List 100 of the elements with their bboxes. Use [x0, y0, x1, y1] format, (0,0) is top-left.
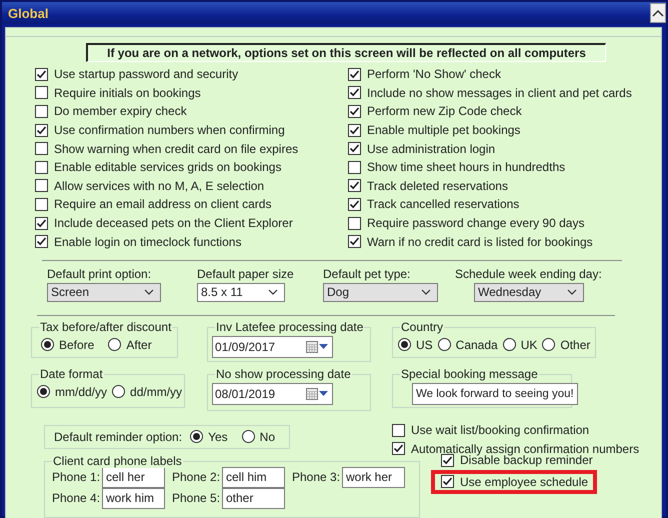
chevron-down-icon [268, 289, 278, 296]
checkbox-label: Allow services with no M, A, E selection [54, 178, 264, 193]
checkbox[interactable] [348, 216, 361, 230]
radio-button[interactable] [37, 385, 50, 398]
checkbox-label: Use startup password and security [54, 67, 238, 82]
checkbox-label: Require password change every 90 days [367, 216, 584, 230]
checkbox[interactable] [348, 198, 361, 211]
checkbox[interactable] [348, 124, 361, 137]
checkbox[interactable] [35, 68, 48, 81]
date-field[interactable]: 08/01/2019 [212, 382, 333, 405]
radio-label: UK [520, 338, 538, 352]
radio-label: Other [560, 338, 590, 352]
checkbox-label: Enable editable services grids on bookings [54, 160, 282, 174]
checkbox-label: Enable multiple pet bookings [367, 123, 520, 138]
radio-button[interactable] [41, 338, 54, 352]
checkbox[interactable] [35, 216, 48, 230]
radio-button[interactable] [108, 338, 122, 352]
checkbox[interactable] [348, 179, 361, 192]
group-label: Default reminder option: [54, 430, 182, 444]
checkbox[interactable] [35, 235, 48, 248]
field-label: Phone 2: [172, 470, 222, 484]
text-field[interactable]: work her [342, 466, 405, 488]
checkbox[interactable] [392, 424, 405, 437]
dropdown[interactable]: Screen [47, 282, 161, 302]
radio-label: Before [59, 338, 94, 352]
radio-button[interactable] [190, 430, 204, 444]
field-label: Phone 4: [52, 491, 102, 506]
checkbox-label: Perform new Zip Code check [367, 104, 522, 118]
network-notice: If you are on a network, options set on this screen will be reflected on all computers [86, 43, 606, 62]
radio-label: US [416, 338, 433, 352]
group-label: Inv Latefee processing date [215, 320, 364, 334]
checkbox-label: Use confirmation numbers when confirming [54, 123, 285, 138]
dropdown-label: Default pet type: [323, 266, 412, 283]
checkbox[interactable] [35, 86, 48, 100]
checkbox[interactable] [348, 142, 361, 156]
checkbox[interactable] [348, 235, 361, 248]
checkbox-label: Track deleted reservations [367, 178, 508, 193]
checkbox[interactable] [348, 160, 361, 174]
checkbox-label: Use employee schedule [460, 474, 588, 489]
caret-down-icon [319, 344, 328, 350]
checkbox-label: Show warning when credit card on file expires [54, 142, 298, 156]
radio-label: Canada [456, 338, 498, 352]
radio-button[interactable] [438, 338, 451, 352]
checkbox[interactable] [441, 454, 454, 467]
calendar-icon [306, 340, 318, 353]
field-label: Phone 1: [52, 470, 102, 484]
checkbox-label: Enable login on timeclock functions [54, 234, 242, 249]
checkbox[interactable] [35, 104, 48, 118]
checkbox-label: Automatically assign confirmation numbers [411, 442, 640, 456]
group-label: Tax before/after discount [39, 320, 172, 334]
checkbox-label: Perform 'No Show' check [367, 67, 501, 82]
checkbox[interactable] [392, 442, 405, 456]
radio-button[interactable] [112, 385, 126, 398]
checkbox[interactable] [348, 68, 361, 81]
checkbox-label: Include no show messages in client and pet cards [367, 86, 632, 100]
checkbox[interactable] [35, 124, 48, 137]
radio-label: Yes [208, 430, 228, 444]
text-field[interactable]: cell him [222, 466, 285, 488]
checkbox[interactable] [35, 142, 48, 156]
message-field[interactable]: We look forward to seeing you! [412, 382, 578, 405]
checkbox-label: Show time sheet hours in hundredths [367, 160, 566, 174]
caret-up-icon [652, 9, 664, 17]
group-label: No show processing date [215, 366, 352, 381]
caret-down-icon [319, 390, 328, 397]
checkbox-label: Use administration login [367, 142, 496, 156]
checkbox-label: Do member expiry check [54, 104, 187, 118]
checkbox[interactable] [35, 198, 48, 211]
radio-button[interactable] [242, 430, 255, 444]
dropdown[interactable]: 8.5 x 11 [197, 282, 285, 302]
text-field[interactable]: work him [102, 488, 165, 509]
checkbox[interactable] [35, 179, 48, 192]
checkbox-label: Include deceased pets on the Client Explorer [54, 216, 293, 230]
field-label: Phone 5: [172, 491, 222, 506]
date-field[interactable]: 01/09/2017 [212, 336, 333, 358]
checkbox-label: Warn if no credit card is listed for bookings [367, 234, 593, 249]
dropdown[interactable]: Dog [323, 282, 438, 302]
text-field[interactable]: other [222, 488, 285, 509]
checkbox[interactable] [35, 160, 48, 174]
checkbox[interactable] [441, 475, 454, 488]
dropdown-label: Default paper size [197, 266, 295, 283]
text-field[interactable]: cell her [102, 466, 165, 488]
scroll-up-button[interactable] [650, 3, 666, 23]
dropdown[interactable]: Wednesday [474, 282, 584, 302]
radio-label: After [126, 338, 152, 352]
checkbox[interactable] [348, 86, 361, 100]
checkbox-label: Require an email address on client cards [54, 197, 272, 212]
group-label: Country [400, 320, 444, 334]
checkbox-label: Track cancelled reservations [367, 197, 520, 212]
radio-label: No [260, 430, 275, 444]
calendar-icon [306, 388, 318, 400]
radio-button[interactable] [502, 338, 516, 352]
radio-button[interactable] [398, 338, 411, 352]
radio-button[interactable] [542, 338, 556, 352]
group-label: Client card phone labels [52, 454, 183, 468]
checkbox-label: Require initials on bookings [54, 86, 201, 100]
checkbox-label: Use wait list/booking confirmation [411, 423, 590, 438]
checkbox[interactable] [348, 104, 361, 118]
field-label: Phone 3: [292, 470, 342, 484]
window-title: Global [8, 6, 48, 20]
dropdown-label: Schedule week ending day: [455, 266, 602, 283]
